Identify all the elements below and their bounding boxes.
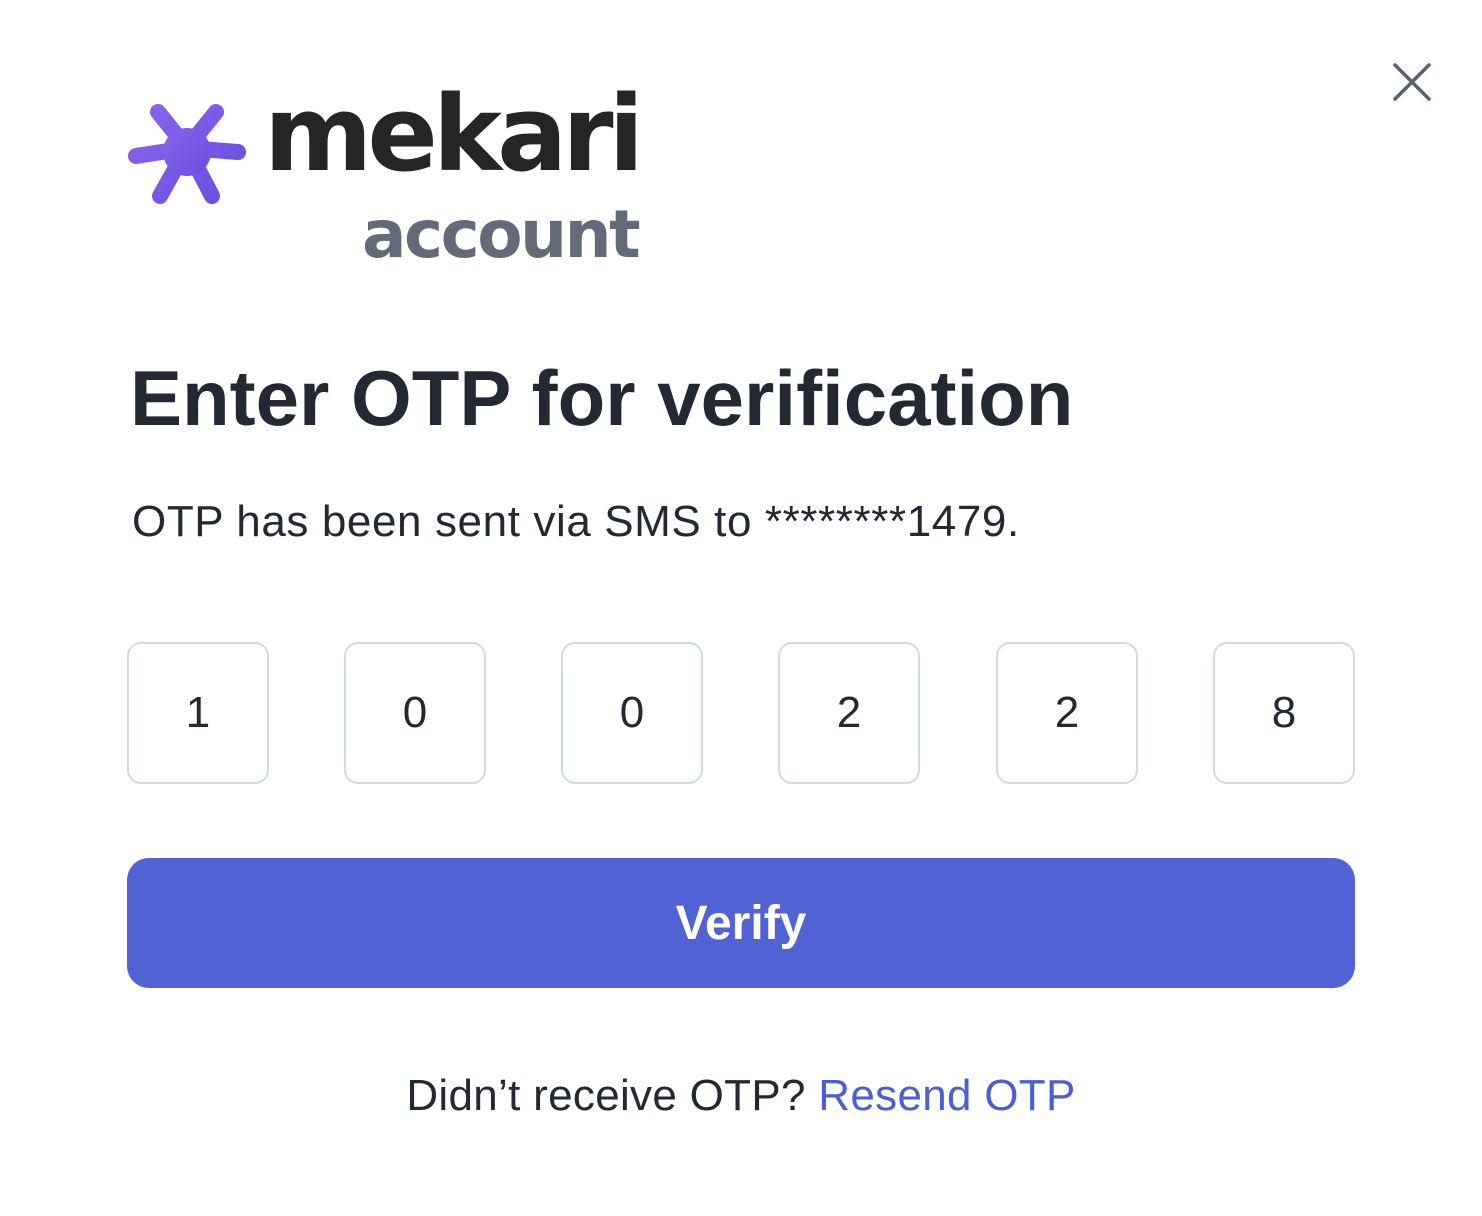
resend-prompt-text: Didn’t receive OTP? [406, 1071, 806, 1120]
otp-sent-message: OTP has been sent via SMS to ********147… [132, 497, 1020, 546]
otp-digit-input-2[interactable] [344, 642, 486, 784]
close-button[interactable] [1386, 56, 1438, 108]
logo-brand-text: mekari [264, 73, 644, 195]
otp-verification-dialog: mekari account Enter OTP for verificatio… [0, 0, 1482, 1216]
mekari-account-logo: mekari account [128, 82, 648, 276]
close-icon [1393, 63, 1431, 101]
otp-digit-input-3[interactable] [561, 642, 703, 784]
otp-input-group [127, 642, 1355, 784]
verify-button[interactable]: Verify [127, 858, 1355, 988]
resend-otp-link[interactable]: Resend OTP [818, 1071, 1075, 1120]
page-title: Enter OTP for verification [130, 354, 1074, 442]
otp-digit-input-5[interactable] [996, 642, 1138, 784]
otp-digit-input-4[interactable] [778, 642, 920, 784]
mekari-star-icon [128, 104, 246, 204]
otp-digit-input-6[interactable] [1213, 642, 1355, 784]
otp-digit-input-1[interactable] [127, 642, 269, 784]
logo-sub-text: account [362, 196, 641, 273]
resend-otp-row: Didn’t receive OTP? Resend OTP [0, 1070, 1482, 1123]
